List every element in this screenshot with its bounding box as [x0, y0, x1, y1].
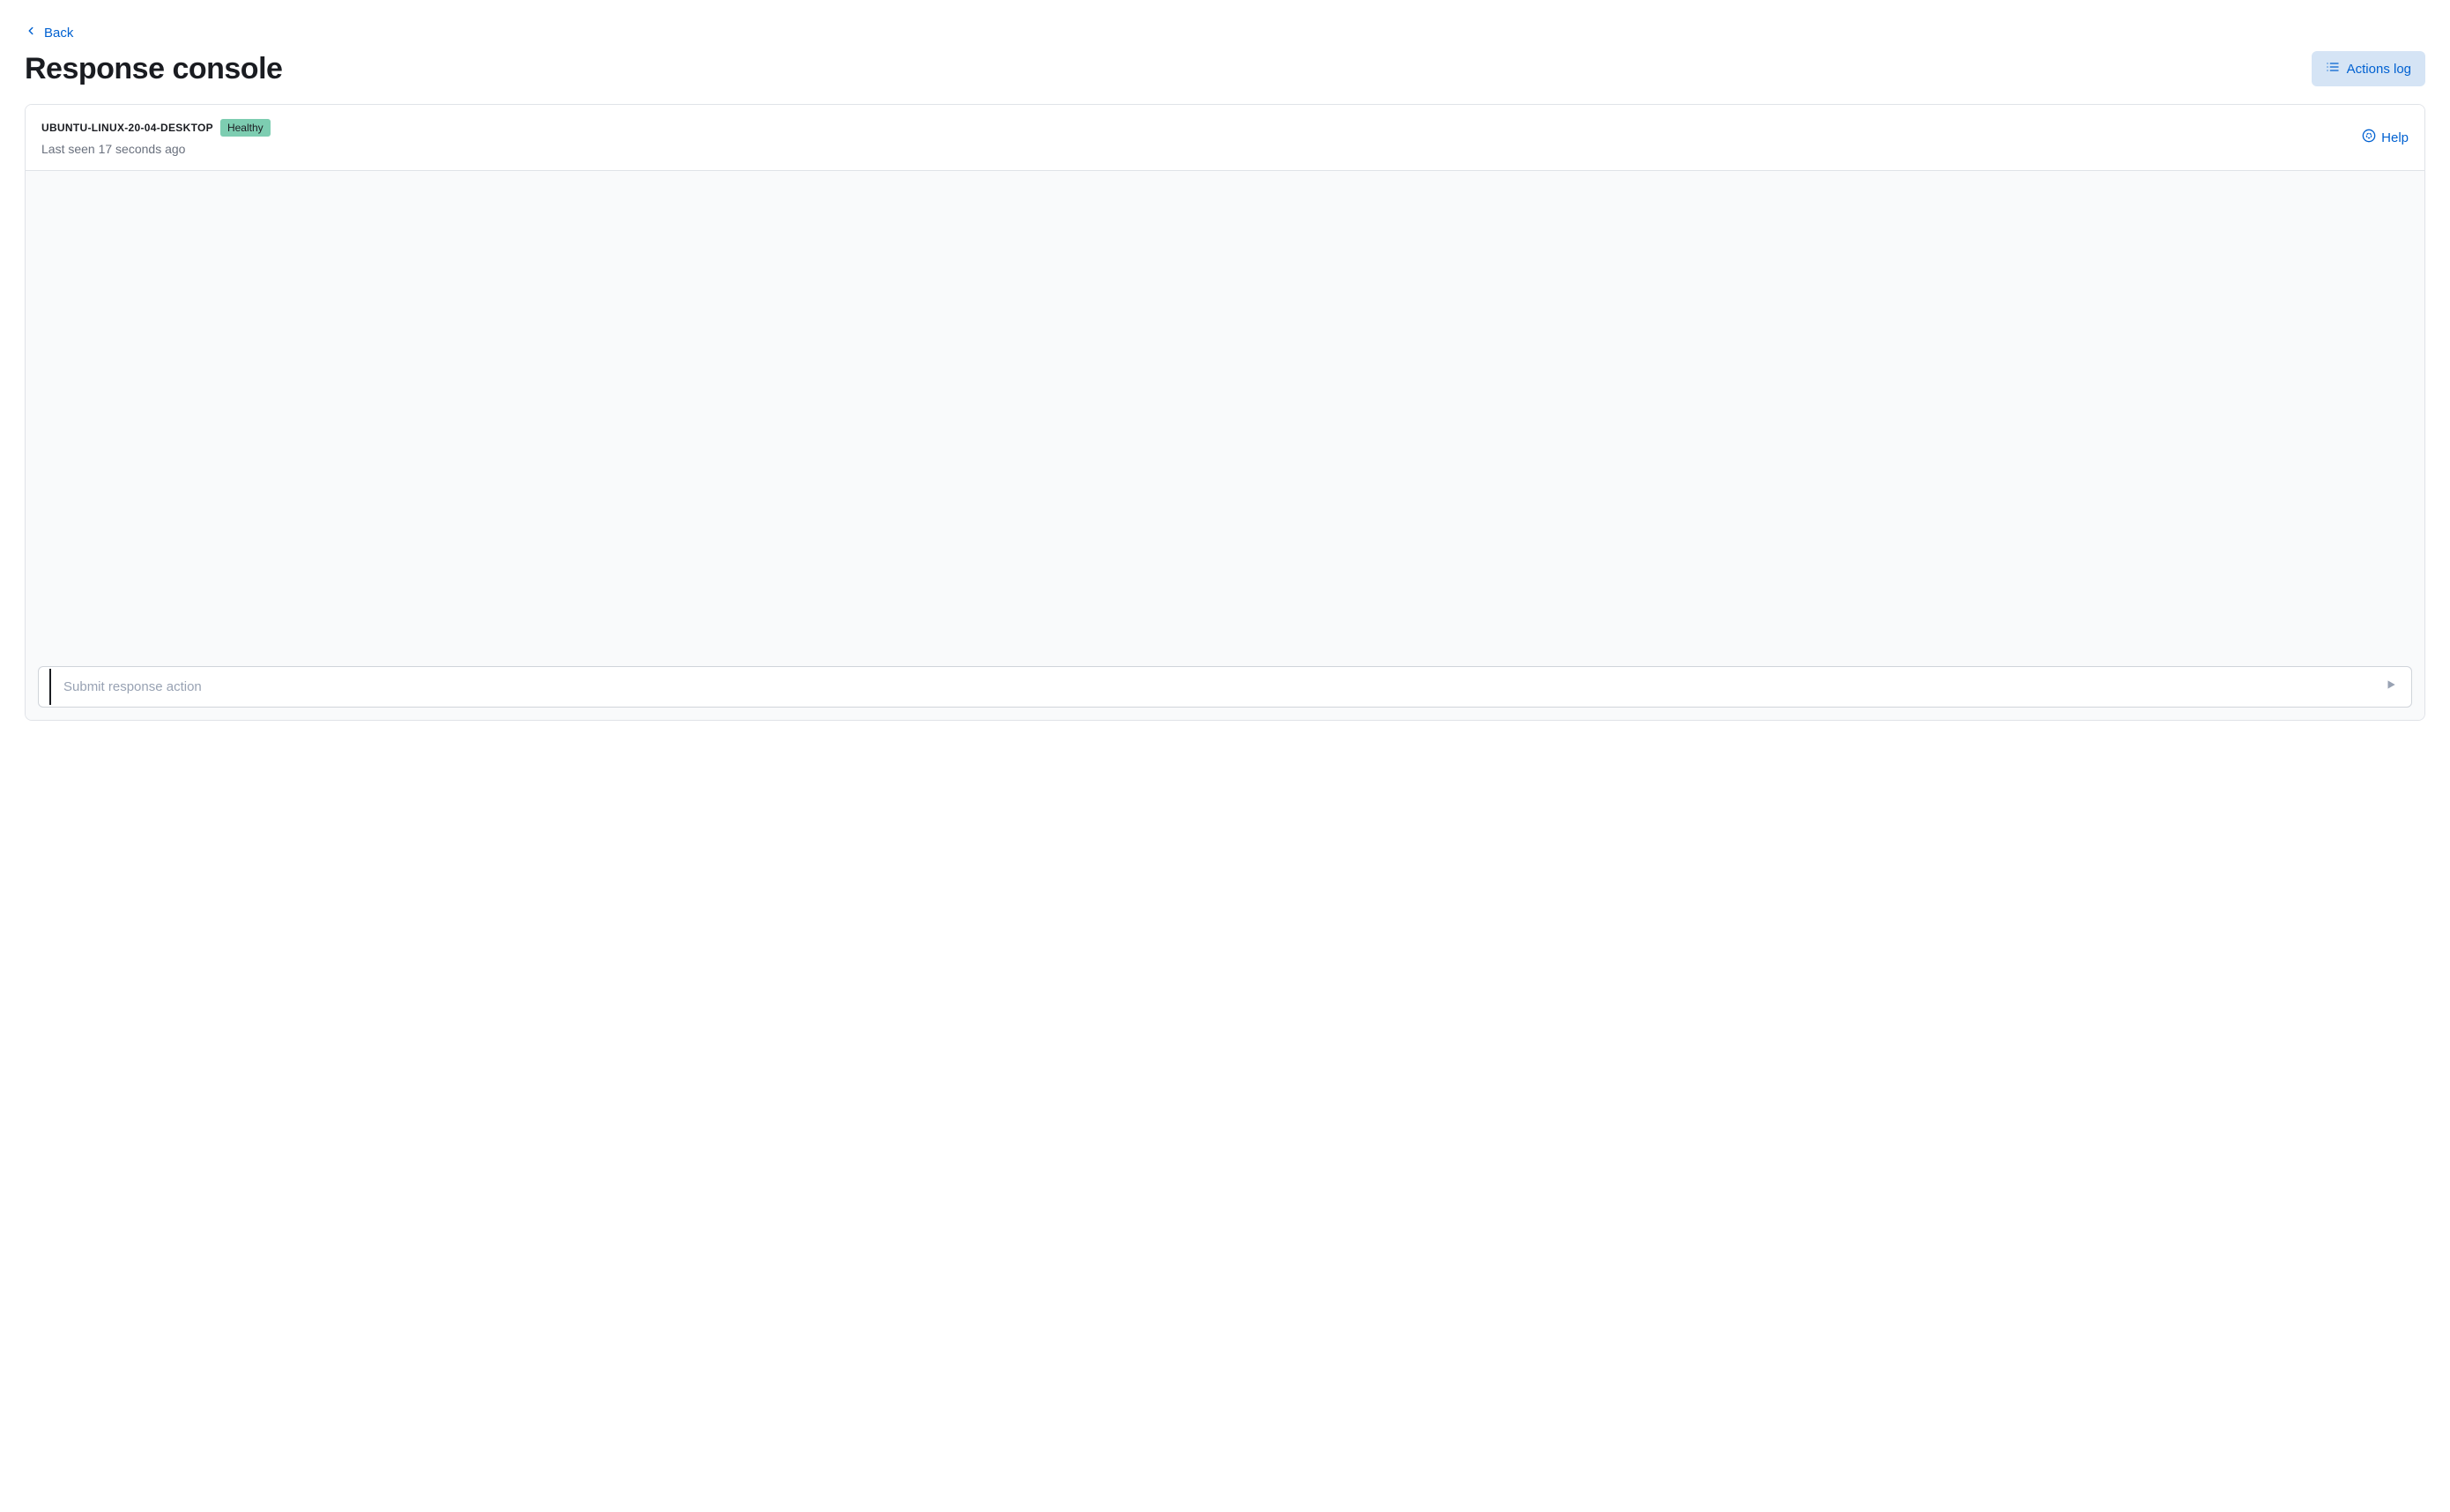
- back-link[interactable]: Back: [25, 25, 73, 41]
- play-icon: [2385, 678, 2397, 695]
- last-seen: Last seen 17 seconds ago: [41, 142, 271, 156]
- command-input-row: [38, 666, 2412, 708]
- submit-button[interactable]: [2379, 673, 2402, 700]
- help-label: Help: [2381, 130, 2409, 145]
- panel-header: UBUNTU-LINUX-20-04-DESKTOP Healthy Last …: [26, 105, 2424, 171]
- chevron-left-icon: [25, 25, 37, 41]
- status-badge: Healthy: [220, 119, 271, 137]
- actions-log-label: Actions log: [2347, 62, 2411, 77]
- help-icon: [2362, 129, 2376, 146]
- back-label: Back: [44, 26, 73, 41]
- list-icon: [2326, 60, 2340, 78]
- host-name: UBUNTU-LINUX-20-04-DESKTOP: [41, 122, 213, 134]
- panel-header-left: UBUNTU-LINUX-20-04-DESKTOP Healthy Last …: [41, 119, 271, 156]
- console-output: [26, 171, 2424, 654]
- page-title: Response console: [25, 52, 282, 86]
- panel-body: [26, 171, 2424, 720]
- command-input[interactable]: [49, 669, 2379, 705]
- page-header: Response console Actions log: [25, 51, 2425, 86]
- console-panel: UBUNTU-LINUX-20-04-DESKTOP Healthy Last …: [25, 104, 2425, 721]
- help-link[interactable]: Help: [2362, 129, 2409, 146]
- actions-log-button[interactable]: Actions log: [2312, 51, 2425, 86]
- host-row: UBUNTU-LINUX-20-04-DESKTOP Healthy: [41, 119, 271, 137]
